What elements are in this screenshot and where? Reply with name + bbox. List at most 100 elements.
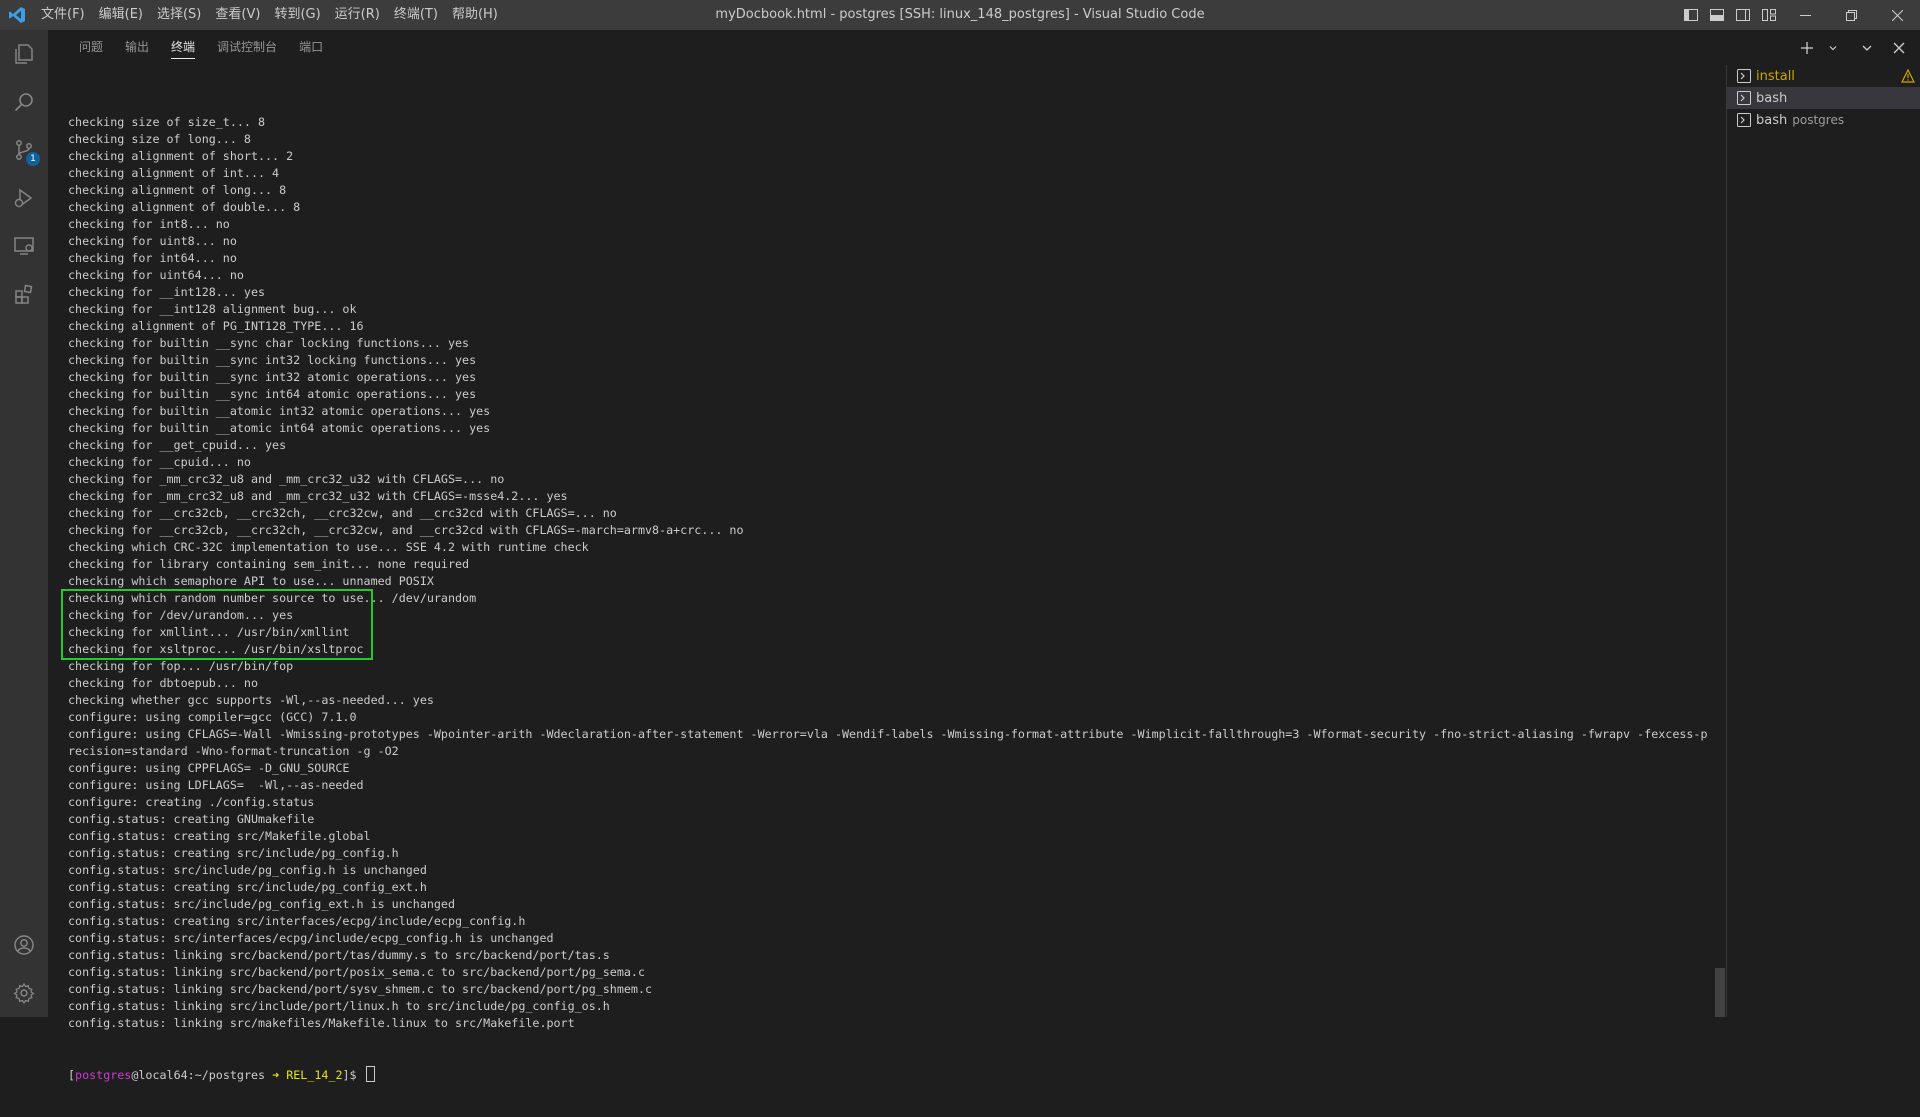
terminal-tab-description: postgres: [1792, 113, 1845, 127]
warning-icon: [1901, 69, 1915, 83]
menu-view[interactable]: 查看(V): [208, 0, 267, 30]
terminal-line: config.status: linking src/makefiles/Mak…: [68, 1016, 575, 1030]
prompt-user: postgres: [75, 1068, 132, 1082]
terminal-line: checking alignment of short... 2: [68, 149, 294, 163]
terminal-line: config.status: src/interfaces/ecpg/inclu…: [68, 931, 554, 945]
terminal-line: checking for uint64... no: [68, 268, 244, 282]
search-icon[interactable]: [0, 78, 48, 126]
terminal-line: checking for uint8... no: [68, 234, 237, 248]
menu-help[interactable]: 帮助(H): [445, 0, 505, 30]
extensions-icon[interactable]: [0, 270, 48, 318]
terminal-line: checking for __int128 alignment bug... o…: [68, 302, 357, 316]
terminal-line: checking for int8... no: [68, 217, 230, 231]
terminal-line: checking for builtin __sync int64 atomic…: [68, 387, 477, 401]
terminal-line: checking which random number source to u…: [68, 591, 477, 605]
terminal-line: checking for library containing sem_init…: [68, 557, 470, 571]
terminal-line: checking for int64... no: [68, 251, 237, 265]
terminal-line: config.status: creating src/Makefile.glo…: [68, 829, 371, 843]
minimize-icon[interactable]: [1782, 0, 1828, 30]
terminal-line: checking alignment of double... 8: [68, 200, 301, 214]
prompt-bracket-close: ]$: [342, 1068, 364, 1082]
terminal-tab-label: install: [1756, 68, 1795, 84]
terminal-tabs-list: install bash bash postgres: [1726, 65, 1920, 1017]
terminal-icon: [1737, 91, 1751, 105]
terminal-line: config.status: src/include/pg_config.h i…: [68, 863, 427, 877]
terminal-launch-profile-chevron-down-icon[interactable]: [1820, 30, 1846, 65]
terminal-tab-bash[interactable]: bash: [1727, 87, 1920, 109]
toggle-primary-sidebar-icon[interactable]: [1678, 0, 1704, 30]
terminal-line: config.status: linking src/include/port/…: [68, 999, 610, 1013]
terminal-scrollbar-thumb[interactable]: [1715, 968, 1725, 1017]
terminal-line: config.status: linking src/backend/port/…: [68, 982, 653, 996]
terminal-line: checking for _mm_crc32_u8 and _mm_crc32_…: [68, 489, 568, 503]
terminal-line: configure: creating ./config.status: [68, 795, 315, 809]
tab-terminal[interactable]: 终端: [160, 30, 206, 65]
terminal-line: checking for builtin __sync char locking…: [68, 336, 470, 350]
close-window-icon[interactable]: [1874, 0, 1920, 30]
prompt-branch: REL_14_2: [286, 1068, 343, 1082]
run-debug-icon[interactable]: [0, 174, 48, 222]
terminal-line: checking for builtin __atomic int64 atom…: [68, 421, 491, 435]
restore-icon[interactable]: [1828, 0, 1874, 30]
prompt-at: @: [131, 1068, 139, 1082]
new-terminal-icon[interactable]: [1794, 30, 1820, 65]
vscode-logo-icon: [0, 0, 34, 30]
explorer-icon[interactable]: [0, 30, 48, 78]
terminal-line: checking size of size_t... 8: [68, 115, 266, 129]
tab-output[interactable]: 输出: [114, 30, 160, 65]
terminal-line: configure: using CFLAGS=-Wall -Wmissing-…: [68, 727, 1708, 741]
terminal-line: checking for xmllint... /usr/bin/xmllint: [68, 625, 350, 639]
terminal-tab-label: bash: [1756, 90, 1788, 106]
panel: 问题 输出 终端 调试控制台 端口 checking size of size_…: [48, 30, 1920, 1082]
menu-terminal[interactable]: 终端(T): [387, 0, 445, 30]
terminal-line: checking for xsltproc... /usr/bin/xsltpr…: [68, 642, 364, 656]
terminal-line: recision=standard -Wno-format-truncation…: [68, 744, 399, 758]
panel-tabs: 问题 输出 终端 调试控制台 端口: [68, 30, 334, 65]
source-control-icon[interactable]: 1: [0, 126, 48, 174]
remote-explorer-icon[interactable]: [0, 222, 48, 270]
accounts-icon[interactable]: [0, 921, 48, 969]
terminal-cursor: [365, 1066, 375, 1082]
terminal-line: checking for fop... /usr/bin/fop: [68, 659, 294, 673]
terminal-line: configure: using LDFLAGS= -Wl,--as-neede…: [68, 778, 364, 792]
menu-edit[interactable]: 编辑(E): [92, 0, 150, 30]
terminal-line: config.status: creating GNUmakefile: [68, 812, 315, 826]
customize-layout-icon[interactable]: [1756, 0, 1782, 30]
close-panel-icon[interactable]: [1886, 30, 1912, 65]
prompt-arrow: ➜: [265, 1068, 287, 1082]
terminal-tab-label: bash: [1756, 112, 1788, 128]
maximize-panel-chevron-icon[interactable]: [1854, 30, 1880, 65]
terminal-line: checking which semaphore API to use... u…: [68, 574, 434, 588]
terminal-line: config.status: creating src/include/pg_c…: [68, 846, 399, 860]
terminal-tab-install[interactable]: install: [1727, 65, 1920, 87]
activity-bar: 1: [0, 30, 48, 1017]
terminal-line: checking alignment of int... 4: [68, 166, 280, 180]
tab-problems[interactable]: 问题: [68, 30, 114, 65]
manage-gear-icon[interactable]: [0, 969, 48, 1017]
terminal-line: config.status: linking src/backend/port/…: [68, 948, 610, 962]
terminal-icon: [1737, 113, 1751, 127]
terminal-line: checking for __get_cpuid... yes: [68, 438, 287, 452]
terminal-output[interactable]: checking size of size_t... 8 checking siz…: [68, 80, 1748, 1117]
terminal-line: checking alignment of PG_INT128_TYPE... …: [68, 319, 364, 333]
terminal-line: checking for /dev/urandom... yes: [68, 608, 294, 622]
terminal-line: checking for builtin __atomic int32 atom…: [68, 404, 491, 418]
menu-file[interactable]: 文件(F): [34, 0, 92, 30]
terminal-line: checking for _mm_crc32_u8 and _mm_crc32_…: [68, 472, 505, 486]
menu-bar: 文件(F) 编辑(E) 选择(S) 查看(V) 转到(G) 运行(R) 终端(T…: [34, 0, 505, 30]
terminal-line: checking for builtin __sync int32 atomic…: [68, 370, 477, 384]
toggle-secondary-sidebar-icon[interactable]: [1730, 0, 1756, 30]
tab-ports[interactable]: 端口: [288, 30, 334, 65]
menu-selection[interactable]: 选择(S): [150, 0, 208, 30]
toggle-panel-icon[interactable]: [1704, 0, 1730, 30]
menu-run[interactable]: 运行(R): [328, 0, 387, 30]
title-bar: 文件(F) 编辑(E) 选择(S) 查看(V) 转到(G) 运行(R) 终端(T…: [0, 0, 1920, 30]
terminal-line: checking whether gcc supports -Wl,--as-n…: [68, 693, 434, 707]
menu-go[interactable]: 转到(G): [267, 0, 327, 30]
terminal-line: checking for __cpuid... no: [68, 455, 251, 469]
terminal-line: checking for dbtoepub... no: [68, 676, 258, 690]
terminal-tab-bash-postgres[interactable]: bash postgres: [1727, 109, 1920, 131]
prompt-host: local64: [138, 1068, 188, 1082]
tab-debug-console[interactable]: 调试控制台: [206, 30, 288, 65]
source-control-badge: 1: [26, 152, 40, 166]
